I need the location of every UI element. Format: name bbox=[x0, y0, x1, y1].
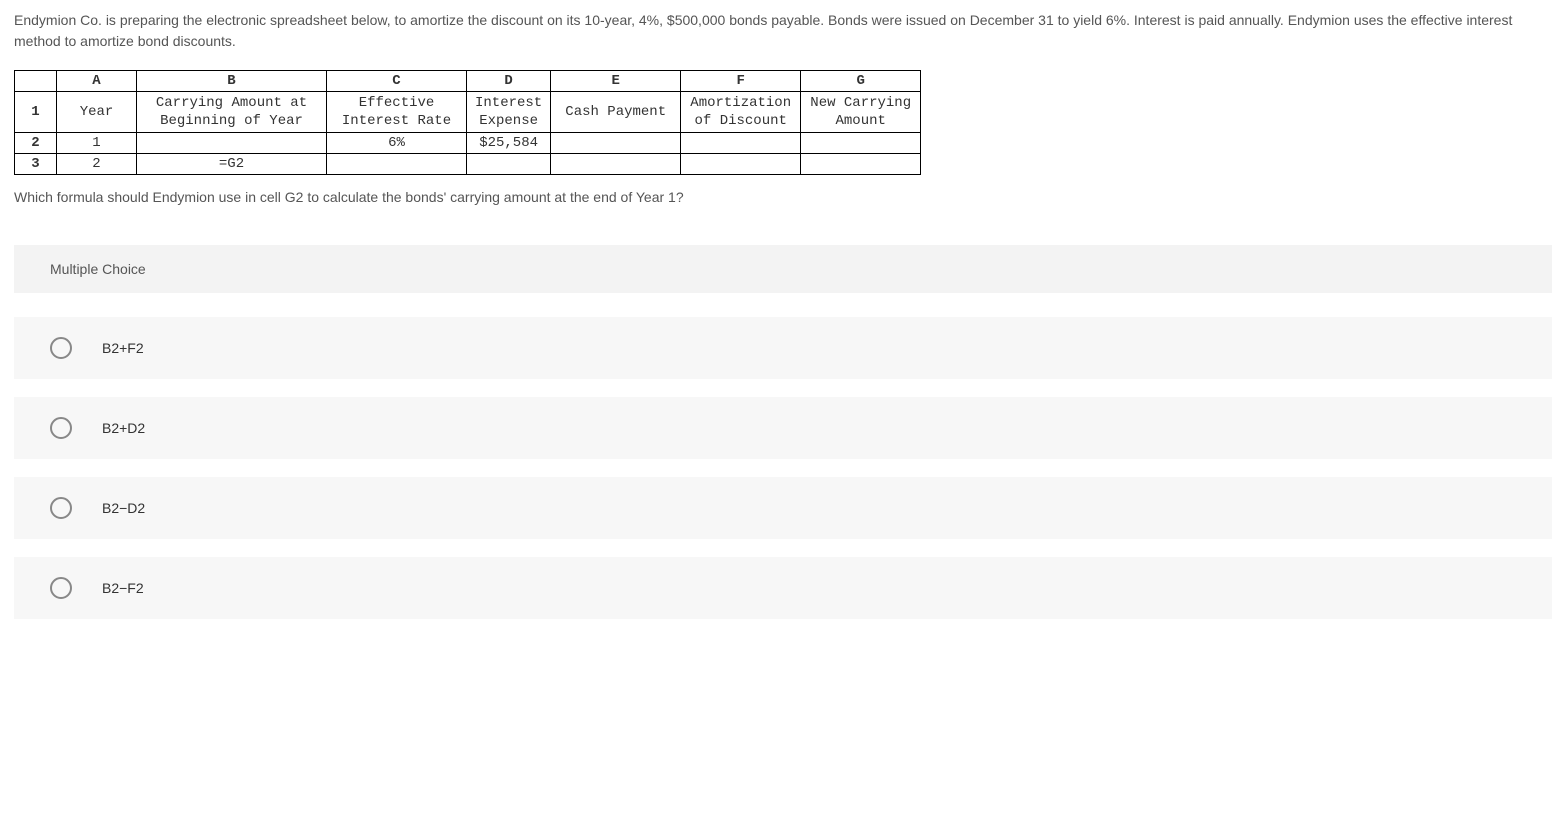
cell-a3: 2 bbox=[57, 154, 137, 175]
g1-line2: Amount bbox=[836, 113, 886, 129]
choice-label-3: B2−D2 bbox=[102, 500, 145, 516]
choice-label-4: B2−F2 bbox=[102, 580, 144, 596]
question-intro: Endymion Co. is preparing the electronic… bbox=[14, 10, 1552, 52]
choice-label-1: B2+F2 bbox=[102, 340, 144, 356]
col-letter-a: A bbox=[57, 71, 137, 92]
c1-line1: Effective bbox=[359, 95, 435, 111]
choice-option-4[interactable]: B2−F2 bbox=[14, 557, 1552, 619]
corner-cell bbox=[15, 71, 57, 92]
col-letter-d: D bbox=[467, 71, 551, 92]
radio-icon[interactable] bbox=[50, 337, 72, 359]
b1-line1: Carrying Amount at bbox=[156, 95, 307, 111]
col-letter-e: E bbox=[551, 71, 681, 92]
cell-b1: Carrying Amount at Beginning of Year bbox=[137, 92, 327, 133]
cell-e3 bbox=[551, 154, 681, 175]
cell-f3 bbox=[681, 154, 801, 175]
col-letter-b: B bbox=[137, 71, 327, 92]
cell-g3 bbox=[801, 154, 921, 175]
rownum-2: 2 bbox=[15, 133, 57, 154]
cell-e1: Cash Payment bbox=[551, 92, 681, 133]
col-letter-c: C bbox=[327, 71, 467, 92]
cell-g1: New Carrying Amount bbox=[801, 92, 921, 133]
spreadsheet-table: A B C D E F G 1 Year Carrying Amount at … bbox=[14, 70, 921, 175]
d1-line1: Interest bbox=[475, 95, 542, 111]
f1-line2: of Discount bbox=[695, 113, 787, 129]
d1-line2: Expense bbox=[479, 113, 538, 129]
data-row-2: 2 1 6% $25,584 bbox=[15, 133, 921, 154]
header-row-1: 1 Year Carrying Amount at Beginning of Y… bbox=[15, 92, 921, 133]
radio-icon[interactable] bbox=[50, 497, 72, 519]
cell-c2: 6% bbox=[327, 133, 467, 154]
cell-c3 bbox=[327, 154, 467, 175]
choice-option-3[interactable]: B2−D2 bbox=[14, 477, 1552, 539]
cell-e2 bbox=[551, 133, 681, 154]
cell-d1: Interest Expense bbox=[467, 92, 551, 133]
cell-a1: Year bbox=[57, 92, 137, 133]
g1-line1: New Carrying bbox=[810, 95, 911, 111]
rownum-3: 3 bbox=[15, 154, 57, 175]
col-letter-f: F bbox=[681, 71, 801, 92]
col-letter-g: G bbox=[801, 71, 921, 92]
cell-d3 bbox=[467, 154, 551, 175]
choice-label-2: B2+D2 bbox=[102, 420, 145, 436]
cell-b2 bbox=[137, 133, 327, 154]
choice-option-2[interactable]: B2+D2 bbox=[14, 397, 1552, 459]
question-followup: Which formula should Endymion use in cel… bbox=[14, 189, 1552, 205]
rownum-1: 1 bbox=[15, 92, 57, 133]
multiple-choice-heading: Multiple Choice bbox=[14, 245, 1552, 293]
cell-b3: =G2 bbox=[137, 154, 327, 175]
radio-icon[interactable] bbox=[50, 417, 72, 439]
column-letter-row: A B C D E F G bbox=[15, 71, 921, 92]
cell-c1: Effective Interest Rate bbox=[327, 92, 467, 133]
b1-line2: Beginning of Year bbox=[160, 113, 303, 129]
cell-d2: $25,584 bbox=[467, 133, 551, 154]
choice-option-1[interactable]: B2+F2 bbox=[14, 317, 1552, 379]
cell-f1: Amortization of Discount bbox=[681, 92, 801, 133]
cell-g2 bbox=[801, 133, 921, 154]
cell-a2: 1 bbox=[57, 133, 137, 154]
radio-icon[interactable] bbox=[50, 577, 72, 599]
f1-line1: Amortization bbox=[690, 95, 791, 111]
cell-f2 bbox=[681, 133, 801, 154]
data-row-3: 3 2 =G2 bbox=[15, 154, 921, 175]
c1-line2: Interest Rate bbox=[342, 113, 451, 129]
